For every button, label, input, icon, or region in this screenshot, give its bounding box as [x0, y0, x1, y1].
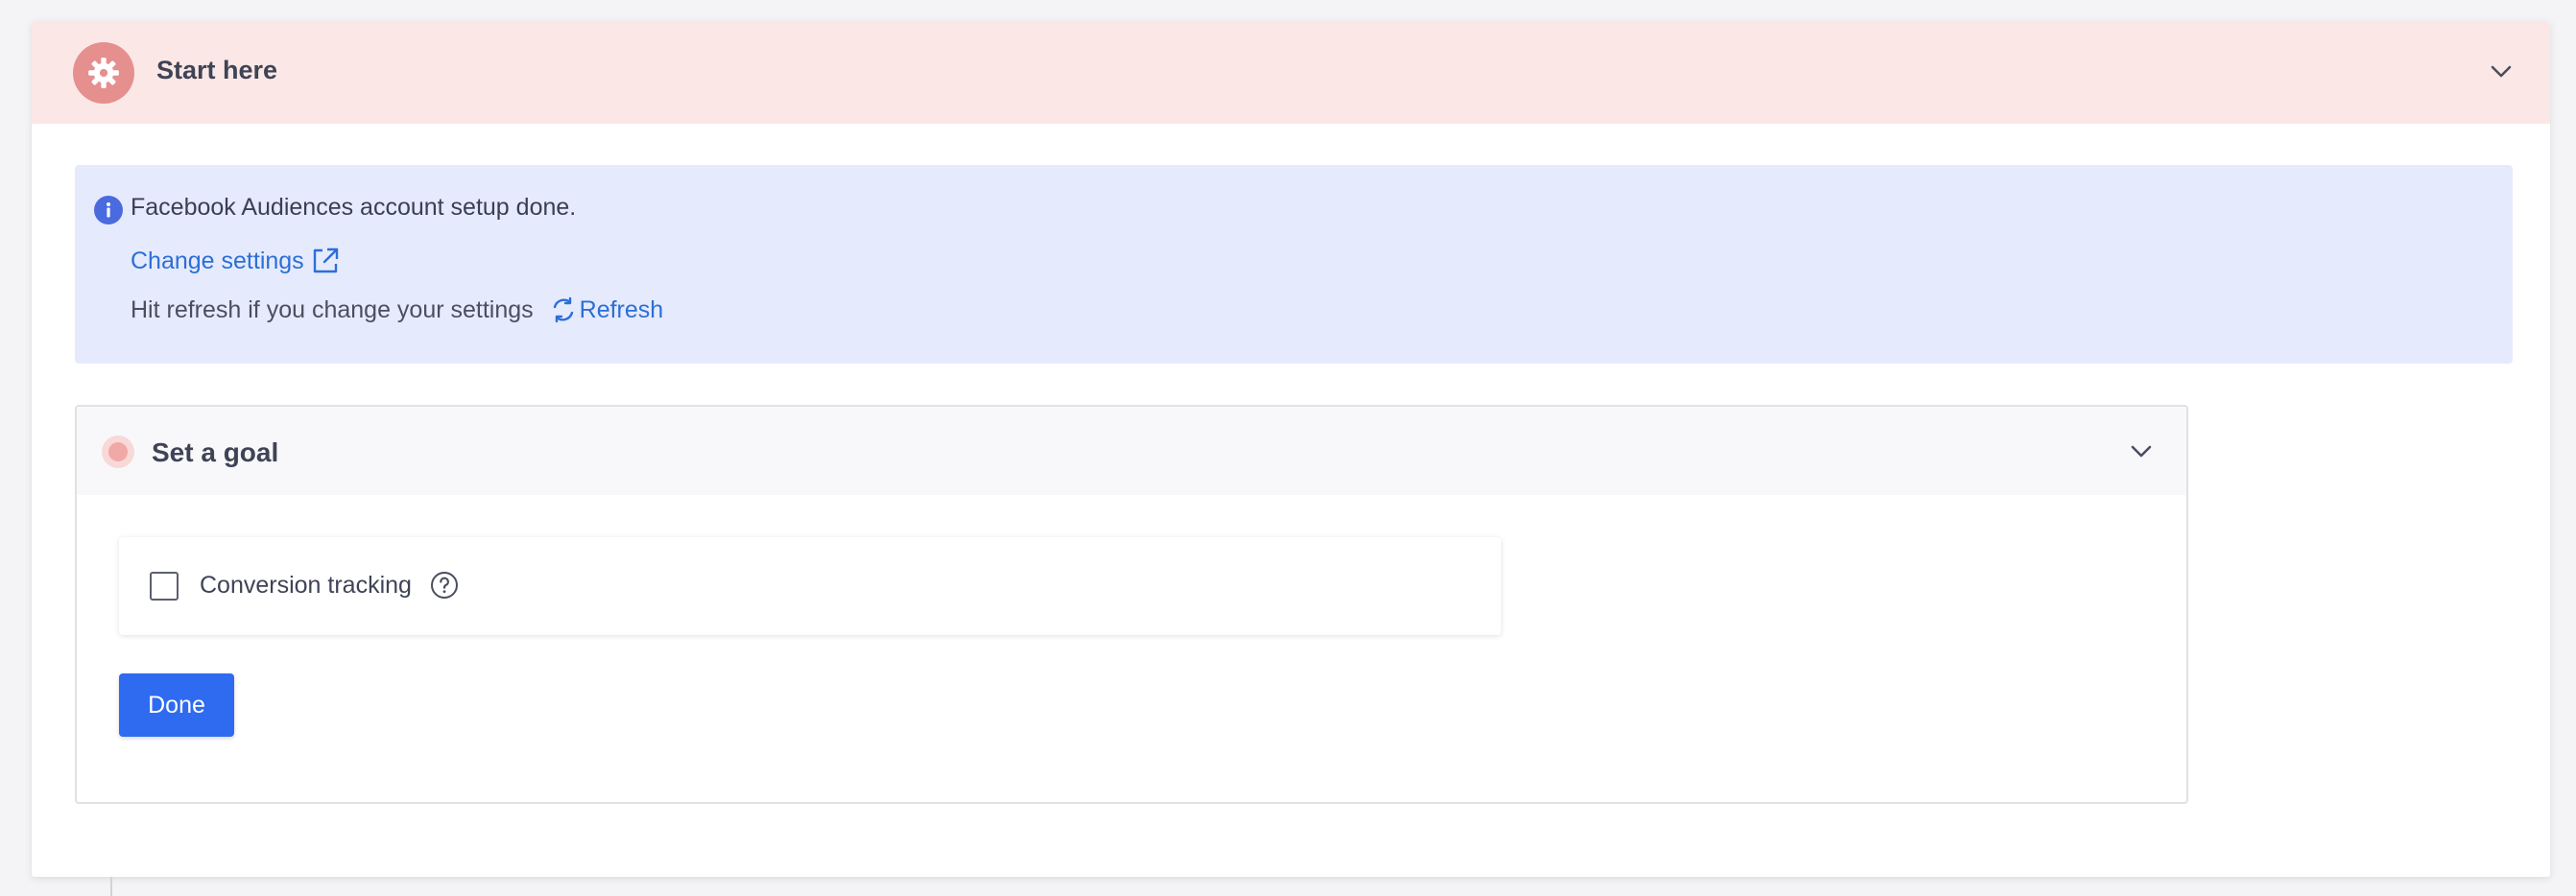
timeline-rail — [110, 877, 112, 896]
info-message: Facebook Audiences account setup done. — [131, 194, 577, 221]
setup-card: Start here Facebook Audiences account se… — [32, 21, 2550, 877]
help-icon[interactable] — [430, 571, 459, 600]
refresh-label: Refresh — [579, 295, 664, 323]
refresh-hint: Hit refresh if you change your settings — [131, 295, 534, 323]
info-icon — [94, 196, 123, 224]
chevron-down-icon[interactable] — [2127, 437, 2156, 466]
set-goal-section: Set a goal Conversion tracking Done — [75, 405, 2188, 804]
info-banner: Facebook Audiences account setup done. C… — [75, 165, 2513, 364]
status-dot-icon — [102, 436, 134, 468]
set-goal-header[interactable]: Set a goal — [77, 407, 2186, 495]
refresh-icon — [553, 296, 573, 323]
start-here-title: Start here — [156, 56, 278, 84]
start-here-header[interactable]: Start here — [32, 21, 2550, 124]
chevron-down-icon[interactable] — [2487, 58, 2516, 86]
conversion-tracking-checkbox[interactable] — [150, 572, 179, 601]
conversion-tracking-label: Conversion tracking — [200, 572, 412, 599]
external-link-icon — [313, 248, 338, 273]
refresh-button[interactable]: Refresh — [549, 295, 664, 324]
done-button[interactable]: Done — [119, 673, 234, 737]
gear-icon — [73, 42, 134, 104]
refresh-row: Hit refresh if you change your settings … — [131, 295, 663, 324]
change-settings-link[interactable]: Change settings — [131, 246, 341, 276]
change-settings-label: Change settings — [131, 247, 304, 274]
conversion-tracking-option: Conversion tracking — [119, 537, 1501, 635]
set-goal-title: Set a goal — [152, 437, 279, 467]
